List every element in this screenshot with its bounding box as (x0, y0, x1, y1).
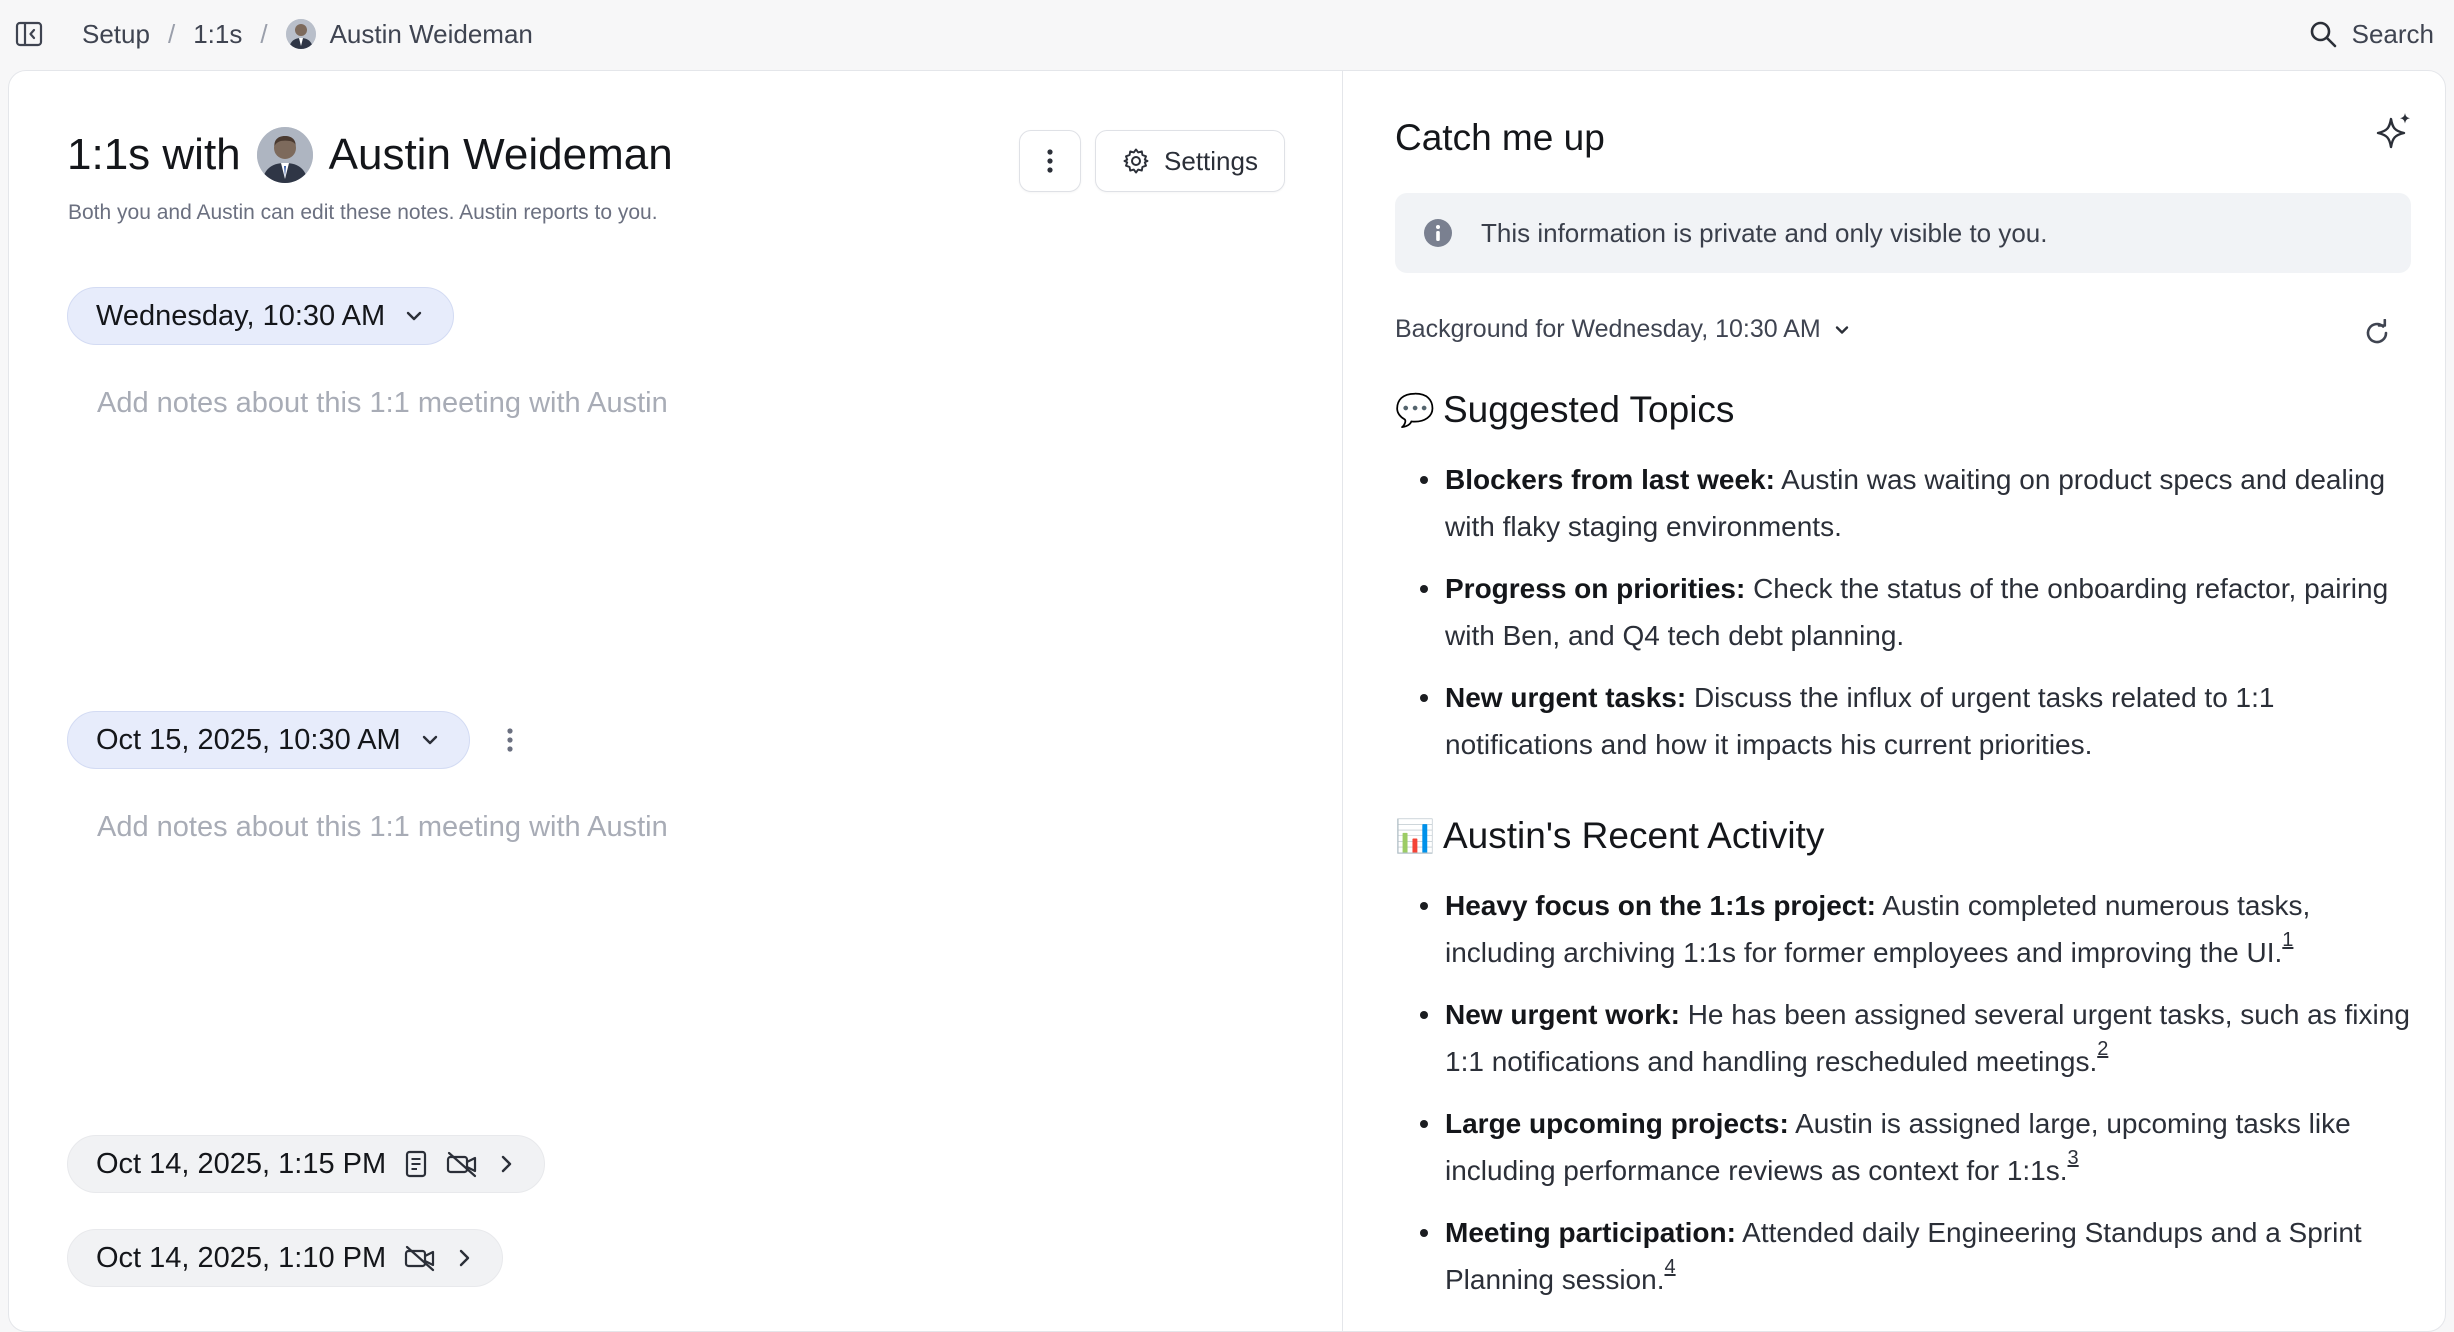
recent-activity-heading: 📊 Austin's Recent Activity (1395, 815, 1824, 857)
catch-up-panel: Catch me up This information is private … (1345, 71, 2445, 1331)
page-title: 1:1s with Austin Weideman (67, 127, 673, 183)
meeting-pill-label: Wednesday, 10:30 AM (96, 299, 386, 332)
notes-pane: 1:1s with Austin Weideman Both you and A… (9, 71, 1343, 1331)
sparkle-icon[interactable] (2371, 111, 2415, 155)
chevron-right-icon (501, 1155, 512, 1173)
more-vertical-icon (1047, 149, 1053, 173)
chevron-down-icon (406, 311, 422, 321)
breadcrumb-person[interactable]: Austin Weideman (285, 18, 533, 50)
refresh-icon (2366, 319, 2388, 344)
video-off-icon (405, 1245, 435, 1272)
meeting-pill-wednesday[interactable]: Wednesday, 10:30 AM (67, 287, 455, 345)
meeting-pill-oct14-115[interactable]: Oct 14, 2025, 1:15 PM (67, 1135, 546, 1193)
list-item: New urgent work: He has been assigned se… (1420, 991, 2415, 1085)
meeting-pill-oct15[interactable]: Oct 15, 2025, 10:30 AM (67, 711, 470, 769)
list-item: Meeting participation: Attended daily En… (1420, 1209, 2415, 1303)
main-card: 1:1s with Austin Weideman Both you and A… (8, 70, 2446, 1332)
list-item: Heavy focus on the 1:1s project: Austin … (1420, 882, 2415, 976)
meeting-more-button[interactable] (493, 720, 527, 760)
citation-link[interactable]: 1 (2282, 929, 2293, 951)
settings-label: Settings (1164, 145, 1258, 176)
chevron-down-icon (422, 735, 437, 745)
avatar (256, 127, 313, 183)
page-title-prefix: 1:1s with (67, 130, 241, 179)
suggested-topics-heading: 💬 Suggested Topics (1395, 389, 1734, 431)
background-select-label: Background for Wednesday, 10:30 AM (1395, 315, 1821, 343)
info-icon (1424, 219, 1452, 247)
video-off-icon (447, 1151, 477, 1178)
private-notice: This information is private and only vis… (1395, 193, 2411, 273)
meeting-notes-input[interactable]: Add notes about this 1:1 meeting with Au… (97, 387, 668, 420)
citation-link[interactable]: 2 (2097, 1038, 2108, 1060)
list-item: Blockers from last week: Austin was wait… (1420, 456, 2415, 550)
meeting-pill-oct14-110[interactable]: Oct 14, 2025, 1:10 PM (67, 1229, 504, 1287)
sidebar-toggle-icon[interactable] (14, 19, 44, 49)
gear-icon (1123, 148, 1149, 174)
meeting-pill-label: Oct 14, 2025, 1:10 PM (96, 1241, 387, 1274)
list-item: Progress on priorities: Check the status… (1420, 565, 2415, 659)
meeting-notes-input[interactable]: Add notes about this 1:1 meeting with Au… (97, 811, 668, 844)
chevron-right-icon (459, 1249, 470, 1267)
breadcrumb-separator: / (167, 18, 176, 49)
breadcrumb-person-name: Austin Weideman (329, 18, 533, 49)
catch-up-title: Catch me up (1395, 117, 1605, 158)
meeting-pill-label: Oct 14, 2025, 1:15 PM (96, 1147, 387, 1180)
more-vertical-icon (507, 728, 513, 752)
recent-activity-list: Heavy focus on the 1:1s project: Austin … (1420, 882, 2415, 1318)
citation-link[interactable]: 4 (1664, 1256, 1675, 1278)
page-subtitle: Both you and Austin can edit these notes… (68, 201, 658, 224)
breadcrumb-1on1s[interactable]: 1:1s (193, 19, 242, 50)
settings-button[interactable]: Settings (1095, 130, 1285, 192)
list-item: Large upcoming projects: Austin is assig… (1420, 1100, 2415, 1194)
page-title-name: Austin Weideman (328, 130, 673, 179)
background-select[interactable]: Background for Wednesday, 10:30 AM (1395, 315, 1851, 344)
top-bar: Setup / 1:1s / Austin Weideman Search (0, 0, 2454, 70)
breadcrumb-setup[interactable]: Setup (82, 19, 150, 50)
breadcrumb: Setup / 1:1s / Austin Weideman (82, 14, 533, 54)
refresh-button[interactable] (2359, 315, 2395, 351)
bar-chart-icon: 📊 (1395, 818, 1435, 854)
suggested-topics-title: Suggested Topics (1443, 389, 1735, 430)
search-button[interactable]: Search (2308, 14, 2434, 54)
avatar (285, 19, 316, 49)
meeting-pill-label: Oct 15, 2025, 10:30 AM (96, 723, 401, 756)
search-icon (2310, 21, 2336, 48)
chevron-down-icon (1835, 325, 1848, 334)
document-icon (406, 1150, 427, 1178)
recent-activity-title: Austin's Recent Activity (1443, 815, 1825, 856)
breadcrumb-separator: / (260, 18, 268, 49)
list-item: New urgent tasks: Discuss the influx of … (1420, 674, 2415, 768)
suggested-topics-list: Blockers from last week: Austin was wait… (1420, 456, 2415, 783)
more-options-button[interactable] (1019, 130, 1081, 192)
private-notice-text: This information is private and only vis… (1481, 217, 2048, 248)
search-label: Search (2351, 18, 2434, 49)
citation-link[interactable]: 3 (2068, 1147, 2079, 1169)
speech-bubble-icon: 💬 (1395, 392, 1435, 428)
